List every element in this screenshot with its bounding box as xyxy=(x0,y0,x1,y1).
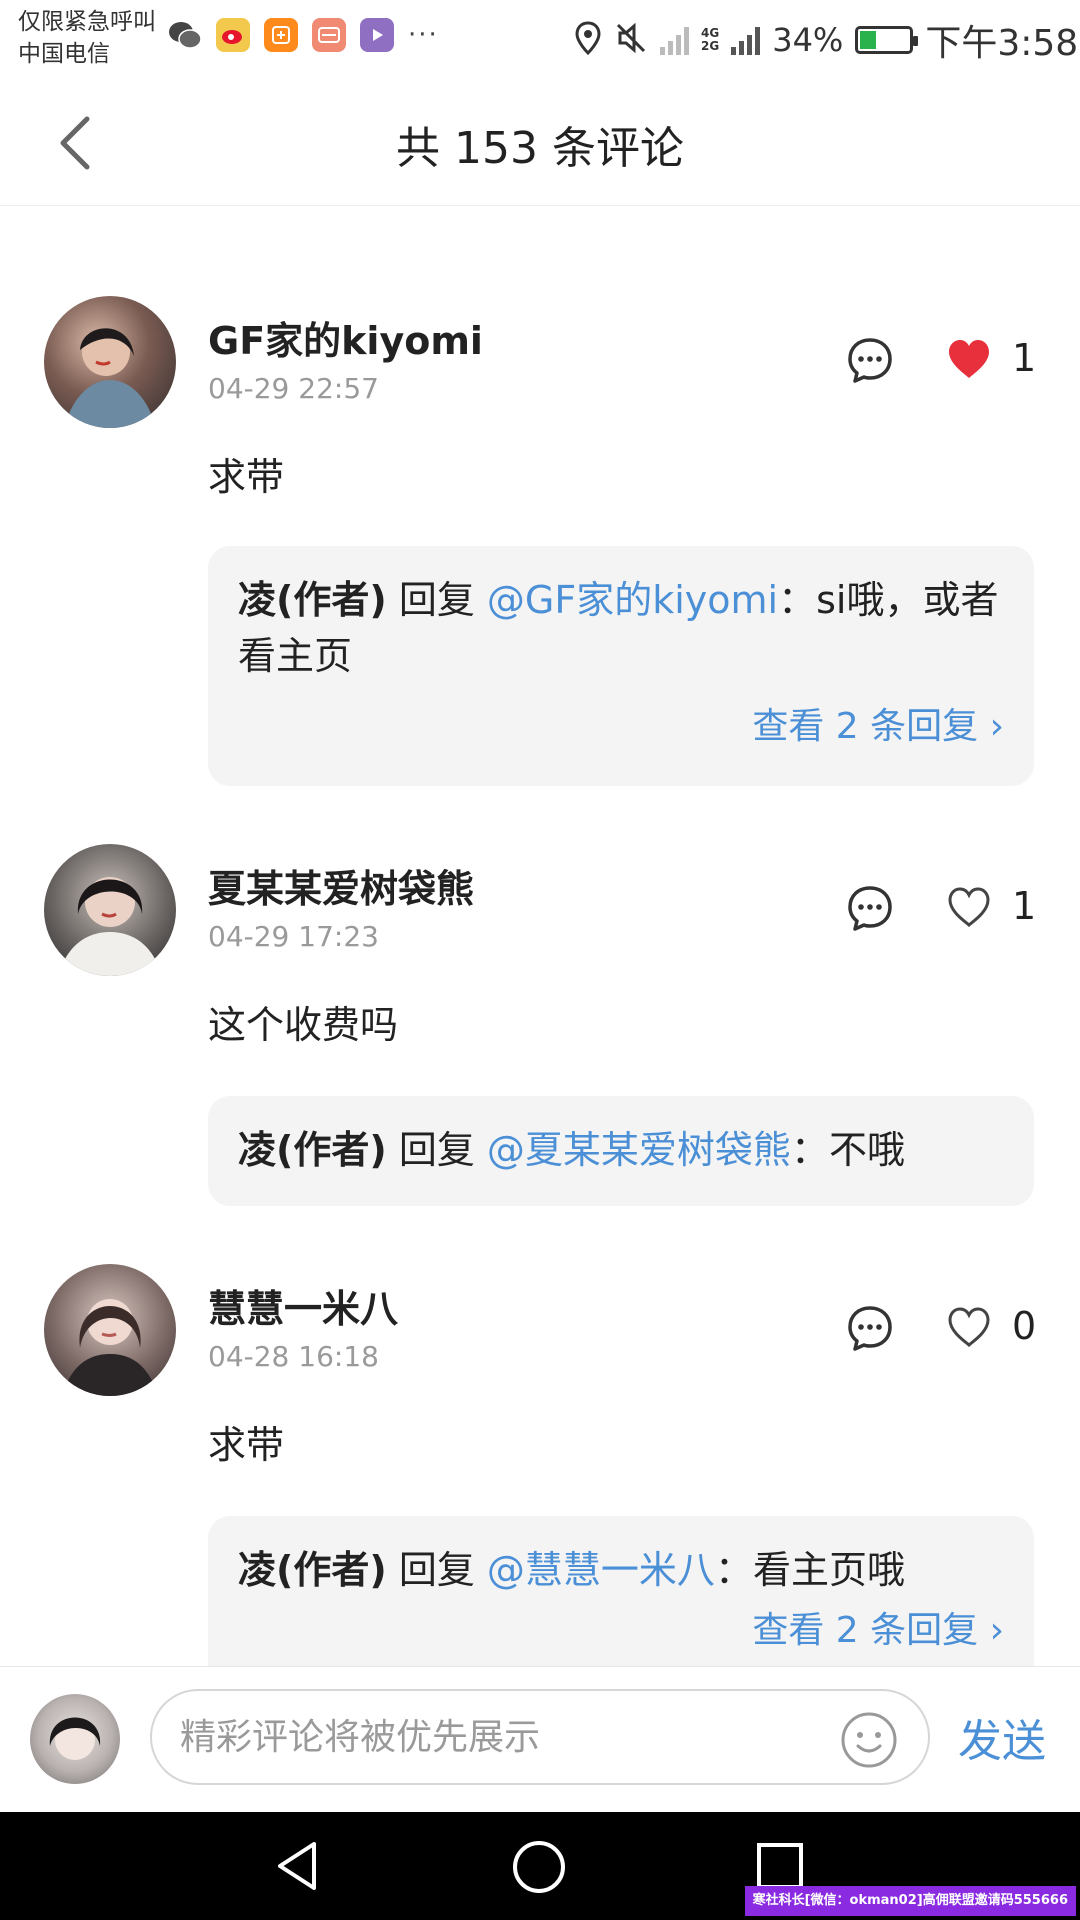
nav-back-button[interactable] xyxy=(270,1838,330,1894)
page-title: 共 153 条评论 xyxy=(396,123,684,174)
reply-mention-link[interactable]: @夏某某爱树袋熊 xyxy=(487,1128,791,1172)
status-time: 下午3:58 xyxy=(925,23,1079,64)
carrier-info: 仅限紧急呼叫 中国电信 xyxy=(18,6,156,70)
triangle-back-icon xyxy=(278,1842,316,1890)
send-button[interactable]: 发送 xyxy=(958,1705,1046,1769)
author-reply-text: 凌(作者) 回复 @夏某某爱树袋熊：不哦 xyxy=(238,1122,1004,1178)
comment-username[interactable]: 慧慧一米八 xyxy=(208,1278,398,1333)
comment-username[interactable]: GF家的kiyomi xyxy=(208,310,483,365)
nav-home-button[interactable] xyxy=(510,1838,570,1894)
comment-list[interactable]: GF家的kiyomi 04-29 22:57 1 求带 凌(作者) 回复 @GF… xyxy=(0,206,1080,1666)
battery-icon xyxy=(855,26,919,54)
reply-verb: 回复 xyxy=(386,1128,487,1172)
reply-content: 看主页哦 xyxy=(752,1548,905,1592)
comment-input[interactable] xyxy=(180,1705,820,1769)
reply-verb: 回复 xyxy=(386,1548,487,1592)
reply-mention-link[interactable]: @GF家的kiyomi xyxy=(487,578,778,622)
reply-colon: ： xyxy=(790,1128,829,1172)
wechat-icon xyxy=(168,18,202,52)
taobao-icon xyxy=(264,18,298,52)
heart-outline-icon xyxy=(948,887,990,928)
mute-icon xyxy=(614,21,648,59)
like-button[interactable] xyxy=(946,886,992,932)
current-user-avatar xyxy=(30,1694,120,1784)
system-navigation-bar: 寒社科长[微信：okman02]高佣联盟邀请码555666 xyxy=(0,1812,1080,1920)
notification-icons: ··· xyxy=(168,18,439,52)
like-button[interactable] xyxy=(946,338,992,384)
smiley-icon xyxy=(841,1712,897,1768)
reply-comment-button[interactable] xyxy=(846,884,894,932)
video-app-icon xyxy=(360,18,394,52)
reply-verb: 回复 xyxy=(386,578,487,622)
status-bar: 仅限紧急呼叫 中国电信 ··· 4G 2G 34% 下午3:58 xyxy=(0,0,1080,78)
author-reply-box[interactable]: 凌(作者) 回复 @GF家的kiyomi：si哦，或者看主页 查看 2 条回复 … xyxy=(208,546,1034,786)
author-reply-box[interactable]: 凌(作者) 回复 @夏某某爱树袋熊：不哦 xyxy=(208,1096,1034,1206)
reply-colon: ： xyxy=(778,578,817,622)
mail-app-icon xyxy=(312,18,346,52)
comment-time: 04-28 16:18 xyxy=(208,1340,379,1373)
comment-time: 04-29 22:57 xyxy=(208,372,379,405)
comment-text: 求带 xyxy=(208,1423,285,1467)
reply-author: 凌(作者) xyxy=(238,1548,387,1592)
carrier-emergency-label: 仅限紧急呼叫 xyxy=(18,9,156,35)
comment-username[interactable]: 夏某某爱树袋熊 xyxy=(208,858,474,913)
like-button[interactable] xyxy=(946,1306,992,1352)
comment-text: 求带 xyxy=(208,455,285,499)
battery-percent: 34% xyxy=(772,21,844,59)
signal-sim2-icon xyxy=(731,25,761,55)
network-type-bottom: 2G xyxy=(701,39,720,53)
comments-screen: 仅限紧急呼叫 中国电信 ··· 4G 2G 34% 下午3:58 共 153 条… xyxy=(0,0,1080,1920)
comment-bubble-icon xyxy=(848,886,892,931)
comment-time: 04-29 17:23 xyxy=(208,920,379,953)
like-count: 1 xyxy=(1012,336,1037,380)
avatar[interactable] xyxy=(44,844,176,976)
battery-fill xyxy=(860,31,877,49)
network-type-indicator: 4G 2G xyxy=(701,27,719,53)
author-reply-text: 凌(作者) 回复 @慧慧一米八：看主页哦 xyxy=(238,1542,1004,1598)
reply-colon: ： xyxy=(714,1548,753,1592)
system-status-icons: 4G 2G 34% 下午3:58 xyxy=(574,14,1078,66)
reply-comment-button[interactable] xyxy=(846,336,894,384)
comment-text: 这个收费吗 xyxy=(208,1003,399,1047)
circle-home-icon xyxy=(513,1841,565,1893)
more-notifications-icon: ··· xyxy=(408,20,439,50)
comment-bubble-icon xyxy=(848,1306,892,1351)
reply-author: 凌(作者) xyxy=(238,1128,387,1172)
view-more-replies-link[interactable]: 查看 2 条回复 › xyxy=(238,1606,1004,1656)
like-count: 0 xyxy=(1012,1304,1037,1348)
weibo-icon xyxy=(216,18,250,52)
page-header: 共 153 条评论 xyxy=(0,78,1080,206)
location-icon xyxy=(574,21,602,59)
comment-bubble-icon xyxy=(848,338,892,383)
like-count: 1 xyxy=(1012,884,1037,928)
comment-input-bar: 发送 xyxy=(0,1666,1080,1812)
emoji-button[interactable] xyxy=(840,1711,898,1769)
signal-sim1-icon xyxy=(660,25,689,55)
reply-mention-link[interactable]: @慧慧一米八 xyxy=(487,1548,715,1592)
watermark-label: 寒社科长[微信：okman02]高佣联盟邀请码555666 xyxy=(744,1886,1076,1916)
heart-outline-icon xyxy=(948,1307,990,1348)
comment-field[interactable] xyxy=(150,1689,930,1785)
view-more-replies-link[interactable]: 查看 2 条回复 › xyxy=(238,702,1004,752)
reply-comment-button[interactable] xyxy=(846,1304,894,1352)
author-reply-box[interactable]: 凌(作者) 回复 @慧慧一米八：看主页哦 查看 2 条回复 › xyxy=(208,1516,1034,1666)
reply-content: 不哦 xyxy=(828,1128,905,1172)
avatar[interactable] xyxy=(44,1264,176,1396)
reply-author: 凌(作者) xyxy=(238,578,387,622)
heart-filled-icon xyxy=(949,340,989,378)
avatar[interactable] xyxy=(44,296,176,428)
author-reply-text: 凌(作者) 回复 @GF家的kiyomi：si哦，或者看主页 xyxy=(238,572,1004,684)
carrier-name: 中国电信 xyxy=(18,41,110,67)
